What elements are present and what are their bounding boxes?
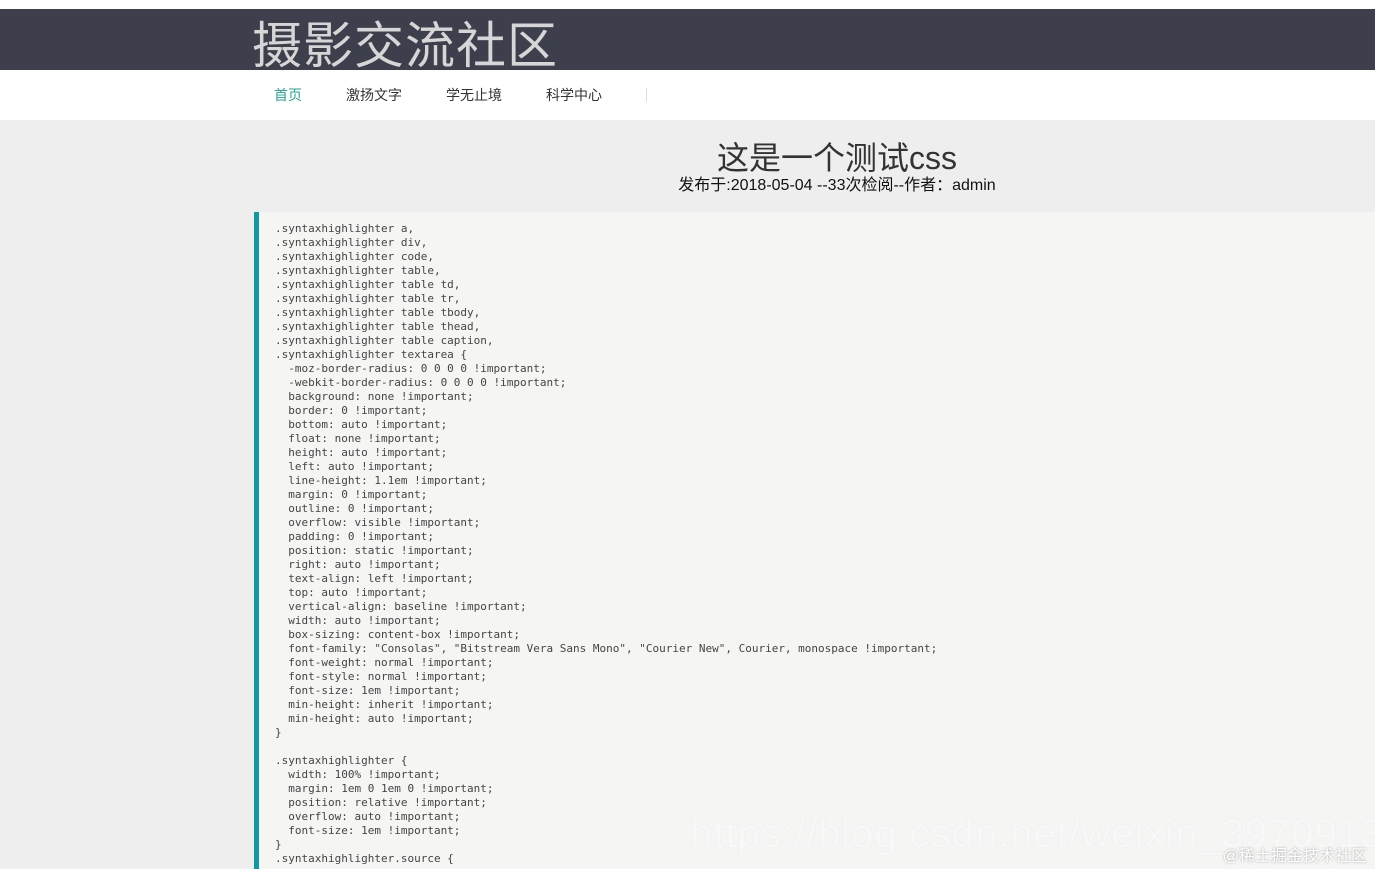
main-nav: 首页 激扬文字 学无止境 科学中心 (0, 70, 1375, 120)
code-line: vertical-align: baseline !important; (275, 600, 527, 613)
code-lines: .syntaxhighlighter a, .syntaxhighlighter … (275, 222, 937, 866)
code-block[interactable]: .syntaxhighlighter a, .syntaxhighlighter … (254, 212, 1375, 869)
code-line: -webkit-border-radius: 0 0 0 0 !importan… (275, 376, 567, 389)
site-header: 摄影交流社区 (0, 9, 1375, 74)
code-line: outline: 0 !important; (275, 502, 434, 515)
code-line: background: none !important; (275, 390, 474, 403)
code-line: font-size: 1em !important; (275, 684, 461, 697)
code-line: margin: 1em 0 1em 0 !important; (275, 782, 494, 795)
code-line: line-height: 1.1em !important; (275, 474, 487, 487)
nav-item-learning[interactable]: 学无止境 (424, 70, 524, 120)
code-line: width: auto !important; (275, 614, 441, 627)
code-line: .syntaxhighlighter table caption, (275, 334, 494, 347)
code-line: .syntaxhighlighter table thead, (275, 320, 481, 333)
code-line: margin: 0 !important; (275, 488, 428, 501)
code-line: position: relative !important; (275, 796, 487, 809)
nav-divider (646, 88, 647, 102)
site-title[interactable]: 摄影交流社区 (252, 17, 558, 75)
code-line: .syntaxhighlighter textarea { (275, 348, 468, 361)
code-line: top: auto !important; (275, 586, 428, 599)
nav-item-home[interactable]: 首页 (252, 70, 324, 120)
code-line: } (275, 726, 282, 739)
watermark-juejin: @稀土掘金技术社区 (1222, 848, 1367, 865)
code-line: overflow: visible !important; (275, 516, 481, 529)
code-line: .syntaxhighlighter table tbody, (275, 306, 481, 319)
top-strip (0, 0, 1375, 9)
code-line: .syntaxhighlighter div, (275, 236, 428, 249)
code-line: box-sizing: content-box !important; (275, 628, 521, 641)
code-line: width: 100% !important; (275, 768, 441, 781)
code-line: float: none !important; (275, 432, 441, 445)
code-line: text-align: left !important; (275, 572, 474, 585)
code-line: .syntaxhighlighter code, (275, 250, 434, 263)
nav-list: 首页 激扬文字 学无止境 科学中心 (252, 70, 647, 120)
code-line: .syntaxhighlighter table td, (275, 278, 461, 291)
code-line: .syntaxhighlighter table, (275, 264, 441, 277)
code-line: min-height: auto !important; (275, 712, 474, 725)
code-line: padding: 0 !important; (275, 530, 434, 543)
code-line: font-family: "Consolas", "Bitstream Vera… (275, 642, 938, 655)
code-line: border: 0 !important; (275, 404, 428, 417)
code-line: font-weight: normal !important; (275, 656, 494, 669)
nav-item-writing[interactable]: 激扬文字 (324, 70, 424, 120)
article-area: 这是一个测试css 发布于:2018-05-04 --33次检阅--作者：adm… (0, 120, 1375, 869)
code-line: .syntaxhighlighter { (275, 754, 408, 767)
code-line: -moz-border-radius: 0 0 0 0 !important; (275, 362, 547, 375)
nav-item-science[interactable]: 科学中心 (524, 70, 624, 120)
code-line: min-height: inherit !important; (275, 698, 494, 711)
code-line: bottom: auto !important; (275, 418, 448, 431)
code-line: right: auto !important; (275, 558, 441, 571)
article-meta: 发布于:2018-05-04 --33次检阅--作者：admin (678, 177, 996, 194)
code-line: height: auto !important; (275, 446, 448, 459)
code-line: .syntaxhighlighter a, (275, 222, 415, 235)
code-line: .syntaxhighlighter table tr, (275, 292, 461, 305)
code-line: font-style: normal !important; (275, 670, 487, 683)
article-title: 这是一个测试css (716, 140, 957, 176)
code-line: left: auto !important; (275, 460, 434, 473)
code-line: position: static !important; (275, 544, 474, 557)
